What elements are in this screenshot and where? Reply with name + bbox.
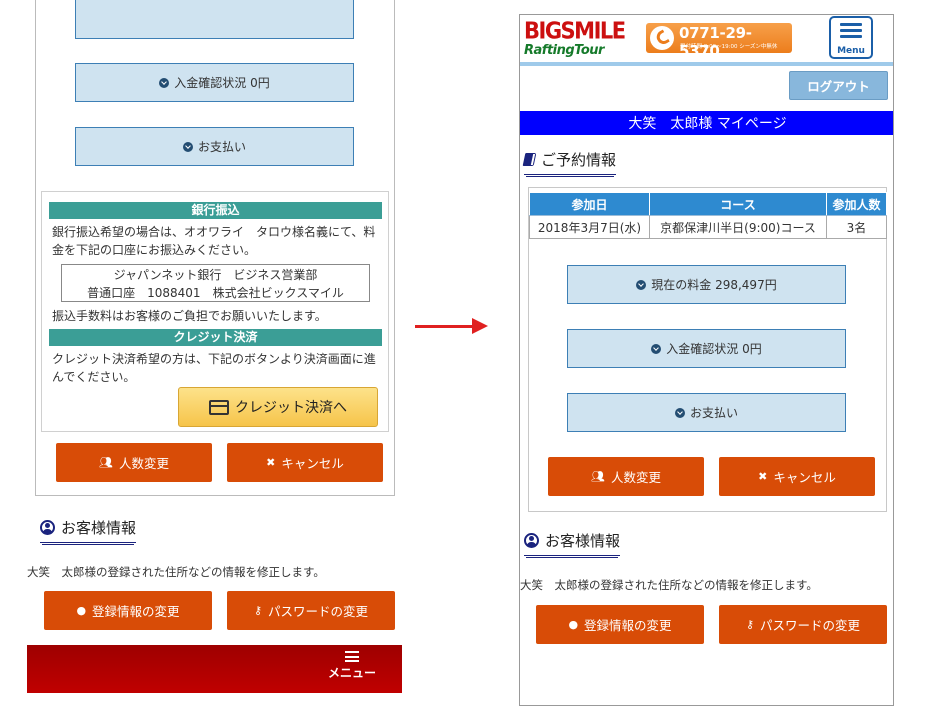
current-fee-label: 現在の料金 298,497円: [651, 278, 777, 292]
chevron-down-icon: [636, 279, 647, 290]
change-password-label: パスワードの変更: [760, 618, 861, 633]
hamburger-icon: [345, 651, 359, 662]
user-circle-icon: [524, 533, 539, 548]
credit-payment-button[interactable]: クレジット決済へ: [178, 387, 378, 427]
user-remove-icon: ✖: [266, 456, 276, 469]
logout-button[interactable]: ログアウト: [789, 71, 888, 100]
book-icon: [522, 153, 537, 166]
user-icon: ●: [568, 618, 579, 631]
col-header-date: 参加日: [529, 192, 650, 216]
phone-icon: [650, 26, 674, 50]
transfer-fee-note: 振込手数料はお客様のご負担でお願いいたします。: [52, 309, 327, 323]
cancel-label: キャンセル: [281, 456, 344, 471]
cell-date: 2018年3月7日(水): [529, 215, 650, 239]
change-people-button[interactable]: 👥︎ 人数変更: [548, 457, 704, 496]
arrow-right-icon: [472, 318, 488, 334]
deposit-status-button[interactable]: 入金確認状況 0円: [567, 329, 846, 368]
reservation-table: 参加日 コース 参加人数 2018年3月7日(水) 京都保津川半日(9:00)コ…: [529, 192, 887, 239]
change-people-button[interactable]: 👥︎ 人数変更: [56, 443, 212, 482]
header-divider: [520, 62, 893, 66]
user-icon: ●: [76, 604, 87, 617]
user-remove-icon: ✖: [758, 470, 768, 483]
payment-button[interactable]: お支払い: [75, 127, 354, 166]
current-fee-button[interactable]: 現在の料金 298,497円: [567, 265, 846, 304]
hamburger-icon: [840, 23, 862, 41]
cell-people: 3名: [826, 215, 887, 239]
customer-info-heading: お客様情報: [524, 530, 621, 556]
col-header-people: 参加人数: [826, 192, 887, 216]
users-icon: 👥︎: [99, 456, 113, 469]
bank-account-line2: 普通口座 1088401 株式会社ビックスマイル: [87, 286, 344, 300]
change-password-label: パスワードの変更: [268, 604, 369, 619]
user-circle-icon: [40, 520, 55, 535]
credit-payment-label: クレジット決済へ: [235, 400, 347, 416]
cancel-label: キャンセル: [773, 470, 836, 485]
users-icon: 👥︎: [591, 470, 605, 483]
chevron-down-icon: [159, 77, 170, 88]
chevron-down-icon: [674, 407, 685, 418]
deposit-status-label: 入金確認状況 0円: [666, 342, 762, 356]
reservation-heading: ご予約情報: [522, 149, 617, 175]
payment-button[interactable]: お支払い: [567, 393, 846, 432]
right-page-frame: BIGSMILE RaftingTour 0771-29-5370 受付時間 8…: [519, 14, 894, 706]
key-icon: ⚷: [745, 618, 755, 631]
cancel-button[interactable]: ✖ キャンセル: [719, 457, 875, 496]
edit-info-button[interactable]: ● 登録情報の変更: [536, 605, 704, 644]
customer-info-heading: お客様情報: [40, 517, 137, 543]
table-row: 2018年3月7日(水) 京都保津川半日(9:00)コース 3名: [529, 215, 887, 239]
key-icon: ⚷: [253, 604, 263, 617]
bank-transfer-description: 銀行振込希望の場合は、オオワライ タロウ様名義にて、料金を下記の口座にお振込みく…: [52, 225, 376, 257]
customer-note: 大笑 太郎様の登録された住所などの情報を修正します。: [520, 578, 818, 592]
edit-info-label: 登録情報の変更: [584, 618, 672, 633]
bank-transfer-heading: 銀行振込: [49, 202, 382, 219]
payment-label: お支払い: [197, 140, 246, 154]
change-people-label: 人数変更: [610, 470, 661, 485]
change-password-button[interactable]: ⚷ パスワードの変更: [227, 591, 395, 630]
bank-account-box: ジャパンネット銀行 ビジネス営業部 普通口座 1088401 株式会社ビックスマ…: [61, 264, 370, 302]
credit-card-icon: [209, 399, 229, 415]
change-password-button[interactable]: ⚷ パスワードの変更: [719, 605, 887, 644]
logo-rafting-tour: RaftingTour: [524, 43, 604, 58]
edit-info-button[interactable]: ● 登録情報の変更: [44, 591, 212, 630]
chevron-down-icon: [651, 343, 662, 354]
edit-info-label: 登録情報の変更: [92, 604, 180, 619]
change-people-label: 人数変更: [118, 456, 169, 471]
customer-note: 大笑 太郎様の登録された住所などの情報を修正します。: [27, 565, 325, 579]
bank-account-line1: ジャパンネット銀行 ビジネス営業部: [113, 268, 318, 282]
credit-description: クレジット決済希望の方は、下記のボタンより決済画面に進んでください。: [52, 352, 376, 384]
menu-toggle-button[interactable]: Menu: [829, 16, 873, 59]
logo-bigsmile[interactable]: BIGSMILE: [524, 18, 626, 44]
page-title-banner: 大笑 太郎様 マイページ: [520, 111, 893, 135]
chevron-down-icon: [182, 141, 193, 152]
phone-contact[interactable]: 0771-29-5370 受付時間 8:00～19:00 シーズン中無休: [646, 23, 792, 60]
cell-course: 京都保津川半日(9:00)コース: [649, 215, 827, 239]
menu-label: メニュー: [327, 666, 376, 680]
arrow-shaft: [415, 325, 475, 328]
deposit-status-label: 入金確認状況 0円: [174, 76, 270, 90]
col-header-course: コース: [649, 192, 827, 216]
deposit-status-button[interactable]: 入金確認状況 0円: [75, 63, 354, 102]
cancel-button[interactable]: ✖ キャンセル: [227, 443, 383, 482]
current-fee-button-partial[interactable]: [75, 0, 354, 39]
menu-button[interactable]: メニュー: [322, 651, 382, 681]
bottom-menu-bar: メニュー: [27, 645, 402, 693]
menu-icon-label: Menu: [837, 46, 865, 56]
payment-label: お支払い: [689, 406, 738, 420]
credit-heading: クレジット決済: [49, 329, 382, 346]
phone-hours: 受付時間 8:00～19:00 シーズン中無休: [680, 44, 778, 50]
table-header-row: 参加日 コース 参加人数: [529, 192, 887, 216]
